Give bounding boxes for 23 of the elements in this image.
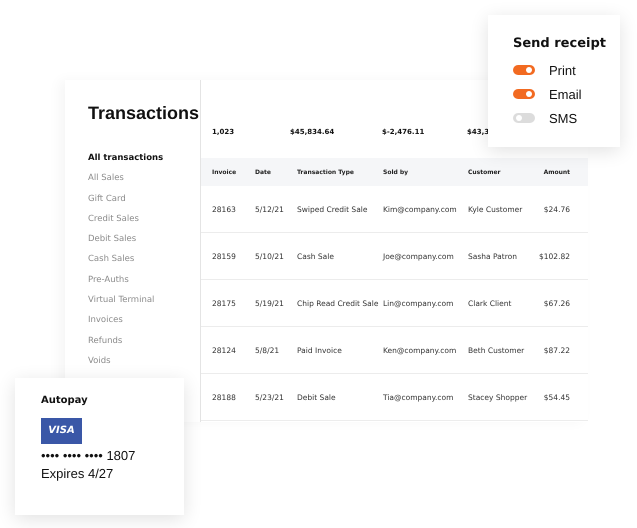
sidebar-item[interactable]: Refunds xyxy=(88,330,200,351)
toggle-label: Print xyxy=(549,62,576,78)
sidebar-item[interactable]: Gift Card xyxy=(88,188,200,209)
toggle-label: SMS xyxy=(549,110,578,126)
sidebar-item[interactable]: Voids xyxy=(88,350,200,372)
sidebar-item[interactable]: All transactions xyxy=(88,148,200,168)
toggle-label: Email xyxy=(549,86,582,102)
sidebar-item[interactable]: Cash Sales xyxy=(88,249,200,270)
sidebar-item[interactable]: Credit Sales xyxy=(88,208,200,230)
card-number: •••• •••• •••• 1807 xyxy=(41,448,136,463)
sidebar-item[interactable]: Virtual Terminal xyxy=(88,290,200,310)
toggle-switch[interactable] xyxy=(513,65,535,75)
sidebar-item[interactable]: Invoices xyxy=(88,310,200,331)
toggle-switch[interactable] xyxy=(513,89,535,99)
toggle-switch[interactable] xyxy=(513,113,535,123)
page-title: Transactions xyxy=(88,102,200,124)
card-brand-logo: VISA xyxy=(41,418,82,444)
sidebar-item[interactable]: Pre-Auths xyxy=(88,270,200,290)
card-expiry: Expires 4/27 xyxy=(41,466,114,481)
sidebar-item[interactable]: Debit Sales xyxy=(88,229,200,250)
card-title: Autopay xyxy=(41,395,89,406)
card-title: Send receipt xyxy=(513,36,607,51)
sidebar-item[interactable]: All Sales xyxy=(88,168,200,189)
